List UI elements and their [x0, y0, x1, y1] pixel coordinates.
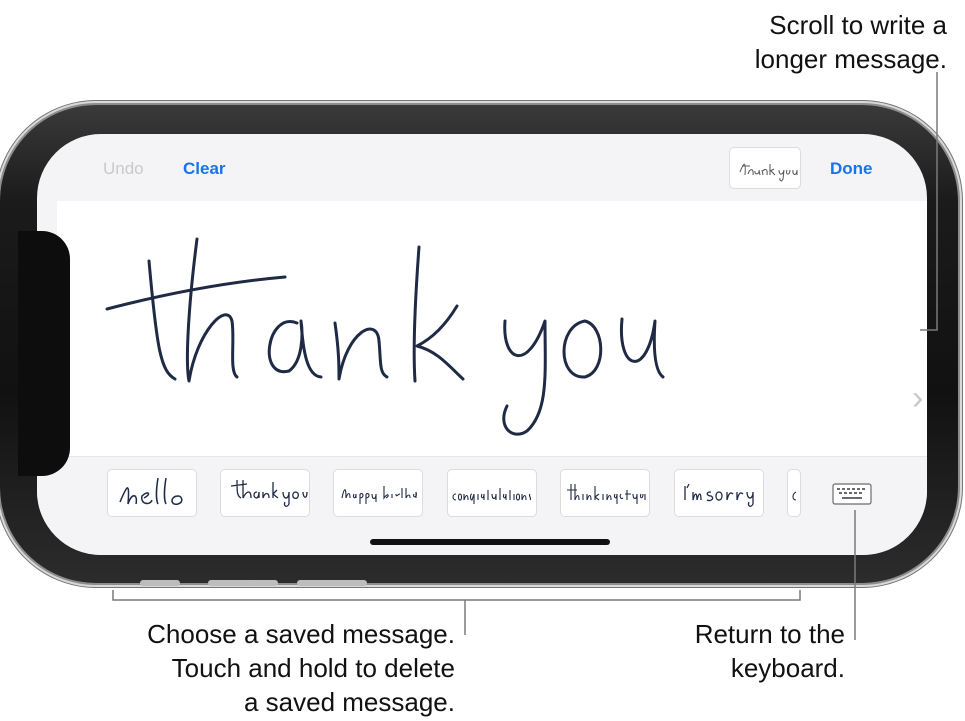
callout-leader-lines — [112, 72, 938, 640]
